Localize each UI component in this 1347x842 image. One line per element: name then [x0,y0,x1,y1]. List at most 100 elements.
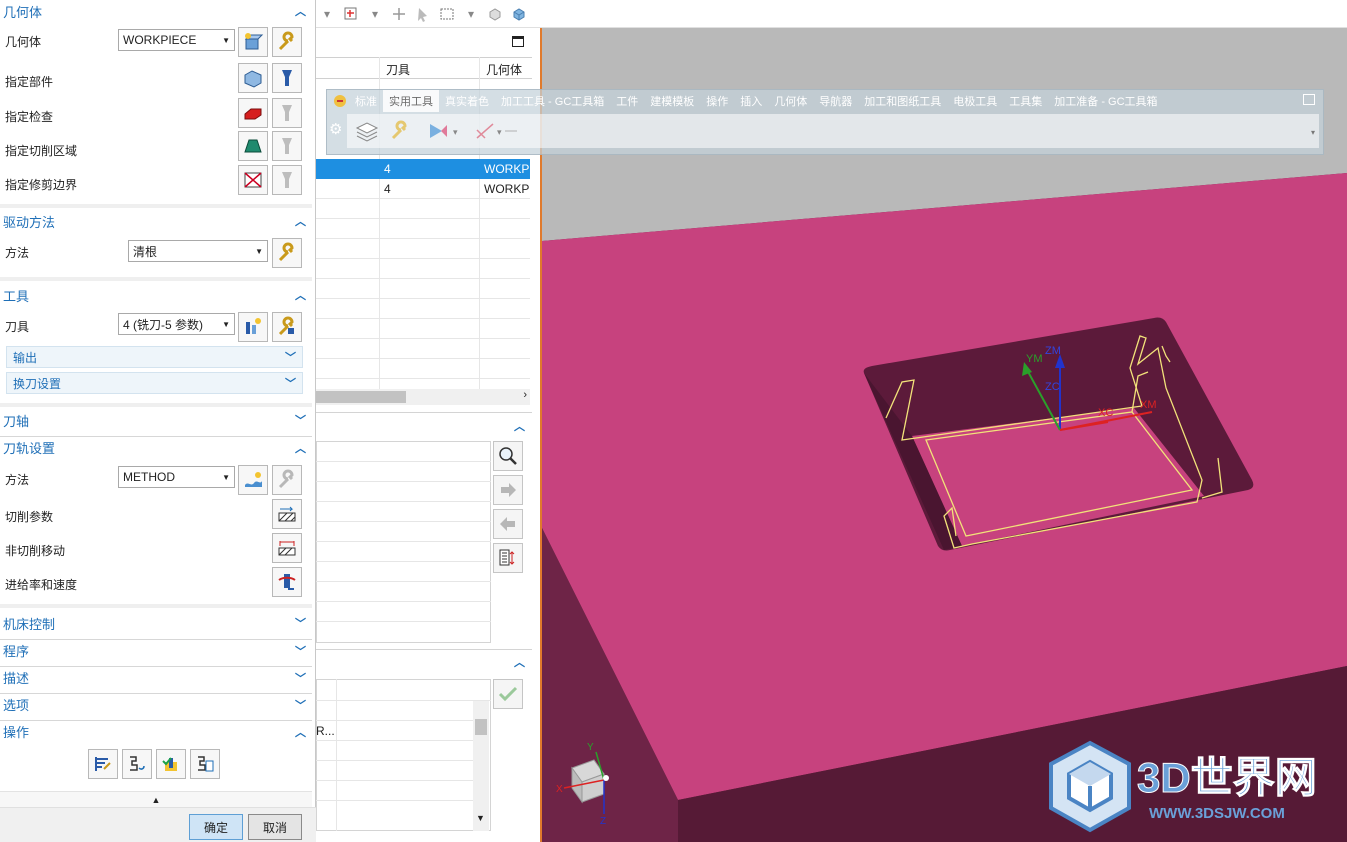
select-trim-boundary-button[interactable] [238,165,268,195]
column-header-tool[interactable]: 刀具 [386,61,410,78]
new-method-button[interactable] [238,465,268,495]
geometry-cell: WORKP [484,162,530,176]
display-part-button[interactable] [272,63,302,93]
feeds-speeds-button[interactable] [272,567,302,597]
verify-icon [162,757,177,771]
machine-control-section-header[interactable]: 机床控制 ﹀ [0,612,312,634]
tab-workpiece[interactable]: 工件 [610,90,644,112]
vertical-scrollbar[interactable]: ▼ [473,701,489,831]
path-method-select[interactable]: METHOD ▼ [118,466,235,488]
generate-button[interactable] [88,749,118,779]
description-title: 描述 [3,671,30,686]
geometry-select-value: WORKPIECE [123,33,197,47]
tab-toolset[interactable]: 工具集 [1003,90,1048,112]
column-header-geometry[interactable]: 几何体 [486,61,522,78]
select-box-icon[interactable] [438,5,456,23]
chevron-down-icon: ﹀ [285,378,296,390]
details-list [316,441,491,643]
app-logo-icon[interactable] [331,92,349,110]
scrollbar-thumb[interactable] [316,391,406,403]
collapse-arrow-icon[interactable]: ▲ [0,791,312,807]
cut-params-button[interactable] [272,499,302,529]
shaded-icon[interactable] [510,5,528,23]
select-part-button[interactable] [238,63,268,93]
tool-change-subsection[interactable]: 换刀设置 ﹀ [6,372,303,394]
truncated-text: R... [316,724,335,738]
new-geometry-button[interactable] [238,27,268,57]
tool-select[interactable]: 4 (铣刀-5 参数) ▼ [118,313,235,335]
actions-section-header[interactable]: 操作 ︿ [0,720,312,742]
tab-machining-drawing-tools[interactable]: 加工和图纸工具 [858,90,947,112]
tab-insert[interactable]: 插入 [734,90,768,112]
new-tool-button[interactable] [238,312,268,342]
options-section-header[interactable]: 选项 ﹀ [0,693,312,715]
geometry-select[interactable]: WORKPIECE ▼ [118,29,235,51]
play-icon[interactable]: ▾ [427,120,463,145]
ok-button[interactable]: 确定 [189,814,243,840]
table-row[interactable]: 4 WORKP [316,159,530,179]
geometry-section-header[interactable]: 几何体 ︿ [0,0,312,22]
tab-geometry[interactable]: 几何体 [768,90,813,112]
scroll-down-icon[interactable]: ▼ [476,813,485,823]
tool-section-header[interactable]: 工具 ︿ [0,284,312,306]
scroll-right-icon[interactable]: › [523,389,527,401]
maximize-icon[interactable] [512,36,524,47]
drive-method-select[interactable]: 清根 ▼ [128,240,268,262]
drive-method-section-header[interactable]: 驱动方法 ︿ [0,210,312,232]
confirm-button[interactable] [493,679,523,709]
display-trim-button[interactable] [272,165,302,195]
dropdown-arrow-icon[interactable]: ▾ [462,5,480,23]
ribbon-restore-icon[interactable] [1303,94,1315,105]
tab-standard[interactable]: 标准 [349,90,383,112]
edit-geometry-button[interactable] [272,27,302,57]
cut-area-icon [244,139,262,153]
dropdown-arrow-icon[interactable]: ▾ [366,5,384,23]
move-icon[interactable] [390,5,408,23]
list-button[interactable] [190,749,220,779]
display-cut-area-button[interactable] [272,131,302,161]
tab-navigator[interactable]: 导航器 [813,90,858,112]
description-section-header[interactable]: 描述 ﹀ [0,666,312,688]
previous-button[interactable] [493,509,523,539]
chevron-up-icon[interactable]: ︿ [514,418,525,434]
display-check-button[interactable] [272,98,302,128]
wireframe-icon[interactable] [486,5,504,23]
tab-machining-prep-gc[interactable]: 加工准备 - GC工具箱 [1048,90,1163,112]
edit-method-button[interactable] [272,465,302,495]
pointer-icon[interactable] [414,5,432,23]
program-section-header[interactable]: 程序 ﹀ [0,639,312,661]
wrench-icon[interactable] [389,120,413,145]
edit-tool-button[interactable] [272,312,302,342]
tool-axis-section-header[interactable]: 刀轴 ﹀ [0,409,312,431]
table-row[interactable]: 4 WORKP [316,179,530,199]
gear-icon[interactable]: ⚙ [329,120,342,138]
tab-utilities[interactable]: 实用工具 [383,90,439,112]
list-detail-button[interactable] [493,543,523,573]
filter-icon[interactable]: ▾ [318,5,336,23]
scrollbar-thumb[interactable] [475,719,487,735]
replay-button[interactable] [122,749,152,779]
horizontal-scrollbar[interactable]: › [316,389,530,405]
tab-true-shading[interactable]: 真实着色 [439,90,495,112]
edit-drive-method-button[interactable] [272,238,302,268]
next-button[interactable] [493,475,523,505]
output-subsection[interactable]: 输出 ﹀ [6,346,303,368]
select-check-button[interactable] [238,98,268,128]
select-cut-area-button[interactable] [238,131,268,161]
snap-point-icon[interactable] [342,5,360,23]
path-settings-section-header[interactable]: 刀轨设置 ︿ [0,436,312,458]
chevron-up-icon[interactable]: ︿ [514,654,525,670]
layer-icon[interactable] [355,120,379,145]
chevron-down-icon: ﹀ [295,672,306,685]
tab-modeling-template[interactable]: 建模模板 [644,90,700,112]
csys-xc-label: XC [1098,407,1113,419]
tab-electrode-tools[interactable]: 电极工具 [947,90,1003,112]
non-cut-moves-button[interactable] [272,533,302,563]
cancel-button[interactable]: 取消 [248,814,302,840]
magnifier-button[interactable] [493,441,523,471]
dimension-icon[interactable]: ▾ [475,120,517,145]
verify-button[interactable] [156,749,186,779]
tab-machining-tools-gc[interactable]: 加工工具 - GC工具箱 [495,90,610,112]
tab-operation[interactable]: 操作 [700,90,734,112]
ribbon-expand-icon[interactable]: ▾ [1311,128,1315,137]
